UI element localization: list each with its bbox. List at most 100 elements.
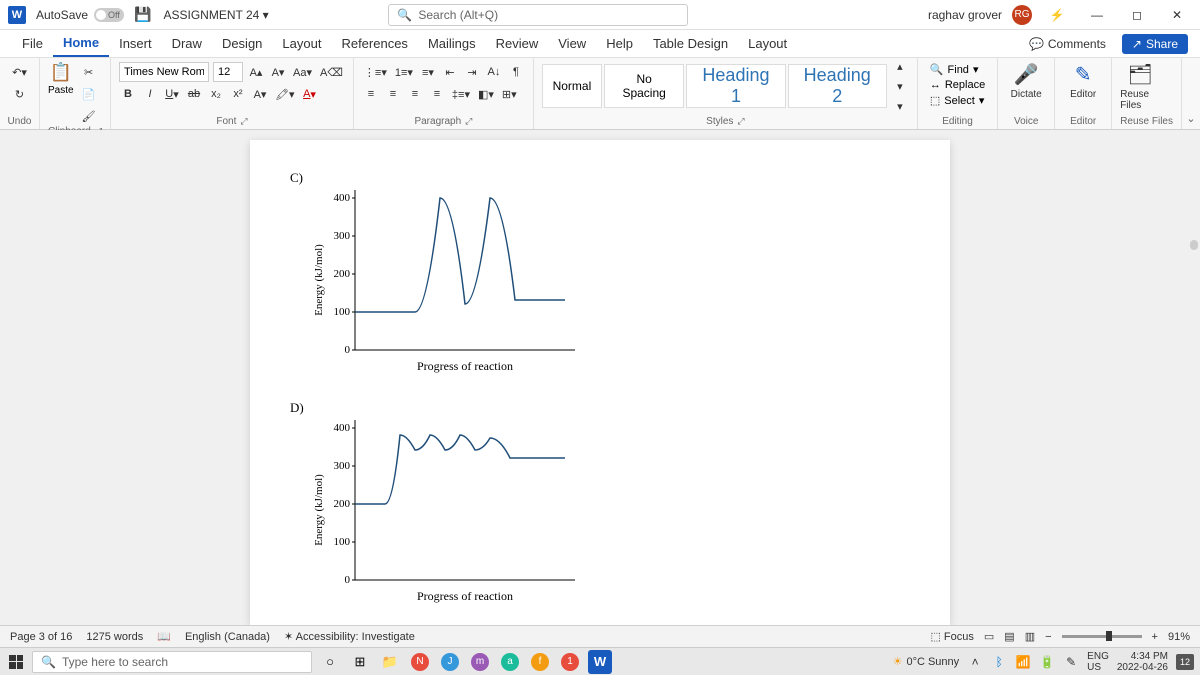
- language-indicator[interactable]: English (Canada): [185, 631, 270, 643]
- app-icon[interactable]: f: [528, 650, 552, 674]
- tab-file[interactable]: File: [12, 30, 53, 57]
- search-input[interactable]: 🔍 Search (Alt+Q): [388, 4, 688, 26]
- select-button[interactable]: ⬚Select▾: [926, 93, 989, 108]
- styles-down-icon[interactable]: ▾: [891, 76, 909, 96]
- style-heading1[interactable]: Heading 1: [686, 64, 785, 108]
- clock[interactable]: 4:34 PM 2022-04-26: [1117, 651, 1168, 673]
- ribbon-display-icon[interactable]: ⚡: [1042, 5, 1072, 25]
- zoom-level[interactable]: 91%: [1168, 631, 1190, 643]
- spellcheck-icon[interactable]: 📖: [157, 630, 171, 643]
- font-name-select[interactable]: [119, 62, 209, 82]
- bold-button[interactable]: B: [119, 84, 137, 104]
- language-tray[interactable]: ENG US: [1087, 651, 1109, 673]
- clear-format-button[interactable]: A⌫: [318, 62, 345, 82]
- focus-button[interactable]: ⬚ Focus: [930, 630, 973, 643]
- close-icon[interactable]: ✕: [1162, 5, 1192, 25]
- style-normal[interactable]: Normal: [542, 64, 602, 108]
- font-size-select[interactable]: [213, 62, 243, 82]
- superscript-button[interactable]: x²: [229, 84, 247, 104]
- page-indicator[interactable]: Page 3 of 16: [10, 631, 72, 643]
- replace-button[interactable]: ↔Replace: [926, 78, 989, 92]
- tab-insert[interactable]: Insert: [109, 30, 162, 57]
- tab-layout[interactable]: Layout: [272, 30, 331, 57]
- autosave-toggle[interactable]: AutoSave Off: [36, 8, 124, 22]
- tab-help[interactable]: Help: [596, 30, 643, 57]
- accessibility-indicator[interactable]: ✶ Accessibility: Investigate: [284, 630, 415, 643]
- shading-button[interactable]: ◧▾: [476, 84, 496, 104]
- format-painter-button[interactable]: 🖌: [80, 106, 98, 126]
- read-mode-icon[interactable]: ▭: [984, 630, 994, 643]
- underline-button[interactable]: U▾: [163, 84, 181, 104]
- bluetooth-icon[interactable]: ᛒ: [991, 654, 1007, 670]
- tab-design[interactable]: Design: [212, 30, 272, 57]
- scrollbar-thumb[interactable]: [1190, 240, 1198, 250]
- subscript-button[interactable]: x₂: [207, 84, 225, 104]
- align-center-button[interactable]: ≡: [384, 84, 402, 104]
- comments-button[interactable]: 💬 Comments: [1021, 34, 1114, 54]
- tab-table-layout[interactable]: Layout: [738, 30, 797, 57]
- cortana-icon[interactable]: ○: [318, 650, 342, 674]
- find-button[interactable]: 🔍Find▾: [926, 62, 989, 77]
- styles-gallery[interactable]: Normal No Spacing Heading 1 Heading 2: [542, 64, 887, 108]
- style-no-spacing[interactable]: No Spacing: [604, 64, 684, 108]
- bullets-button[interactable]: ⋮≡▾: [362, 62, 389, 82]
- tab-home[interactable]: Home: [53, 30, 109, 57]
- weather-widget[interactable]: ☀ 0°C Sunny: [893, 655, 960, 668]
- word-count[interactable]: 1275 words: [86, 631, 143, 643]
- justify-button[interactable]: ≡: [428, 84, 446, 104]
- battery-icon[interactable]: 🔋: [1039, 654, 1055, 670]
- print-layout-icon[interactable]: ▤: [1004, 630, 1014, 643]
- line-spacing-button[interactable]: ‡≡▾: [450, 84, 472, 104]
- document-area[interactable]: C) Energy (kJ/mol) 0 100 200 300 400 Pro…: [0, 130, 1200, 625]
- sort-button[interactable]: A↓: [485, 62, 503, 82]
- zoom-out-icon[interactable]: −: [1045, 631, 1051, 643]
- borders-button[interactable]: ⊞▾: [500, 84, 519, 104]
- tab-draw[interactable]: Draw: [162, 30, 212, 57]
- taskbar-search[interactable]: 🔍 Type here to search: [32, 651, 312, 673]
- toggle-switch[interactable]: Off: [94, 8, 124, 22]
- tab-table-design[interactable]: Table Design: [643, 30, 738, 57]
- tab-mailings[interactable]: Mailings: [418, 30, 486, 57]
- styles-up-icon[interactable]: ▴: [891, 56, 909, 76]
- word-taskbar-icon[interactable]: W: [588, 650, 612, 674]
- styles-launcher-icon[interactable]: ⤢: [737, 116, 744, 127]
- decrease-indent-button[interactable]: ⇤: [441, 62, 459, 82]
- font-color-button[interactable]: A▾: [301, 84, 319, 104]
- tab-view[interactable]: View: [548, 30, 596, 57]
- multilevel-button[interactable]: ≡▾: [419, 62, 437, 82]
- increase-indent-button[interactable]: ⇥: [463, 62, 481, 82]
- highlight-button[interactable]: 🖍▾: [273, 84, 297, 104]
- wifi-icon[interactable]: 📶: [1015, 654, 1031, 670]
- chevron-up-icon[interactable]: ˄: [967, 654, 983, 670]
- web-layout-icon[interactable]: ▥: [1025, 630, 1035, 643]
- show-marks-button[interactable]: ¶: [507, 62, 525, 82]
- paste-button[interactable]: 📋 Paste: [48, 62, 74, 126]
- app-icon[interactable]: 1: [558, 650, 582, 674]
- notifications-icon[interactable]: 12: [1176, 654, 1194, 670]
- app-icon[interactable]: m: [468, 650, 492, 674]
- text-effects-button[interactable]: A▾: [251, 84, 269, 104]
- italic-button[interactable]: I: [141, 84, 159, 104]
- tab-references[interactable]: References: [331, 30, 417, 57]
- document-title[interactable]: ASSIGNMENT 24 ▾: [163, 8, 268, 22]
- app-icon[interactable]: a: [498, 650, 522, 674]
- grow-font-button[interactable]: A▴: [247, 62, 265, 82]
- shrink-font-button[interactable]: A▾: [269, 62, 287, 82]
- app-icon[interactable]: N: [408, 650, 432, 674]
- minimize-icon[interactable]: —: [1082, 5, 1112, 25]
- zoom-slider[interactable]: [1062, 635, 1142, 638]
- tab-review[interactable]: Review: [486, 30, 549, 57]
- align-right-button[interactable]: ≡: [406, 84, 424, 104]
- maximize-icon[interactable]: ◻: [1122, 5, 1152, 25]
- pen-icon[interactable]: ✎: [1063, 654, 1079, 670]
- numbering-button[interactable]: 1≡▾: [393, 62, 415, 82]
- start-button[interactable]: [6, 652, 26, 672]
- styles-more-icon[interactable]: ▾: [891, 96, 909, 116]
- editor-button[interactable]: ✎ Editor: [1063, 62, 1103, 100]
- redo-button[interactable]: ↻: [8, 84, 31, 104]
- collapse-ribbon-icon[interactable]: ⌄: [1186, 112, 1195, 125]
- style-heading2[interactable]: Heading 2: [788, 64, 887, 108]
- reuse-files-button[interactable]: 🗂 Reuse Files: [1120, 62, 1160, 111]
- align-left-button[interactable]: ≡: [362, 84, 380, 104]
- user-avatar[interactable]: RG: [1012, 5, 1032, 25]
